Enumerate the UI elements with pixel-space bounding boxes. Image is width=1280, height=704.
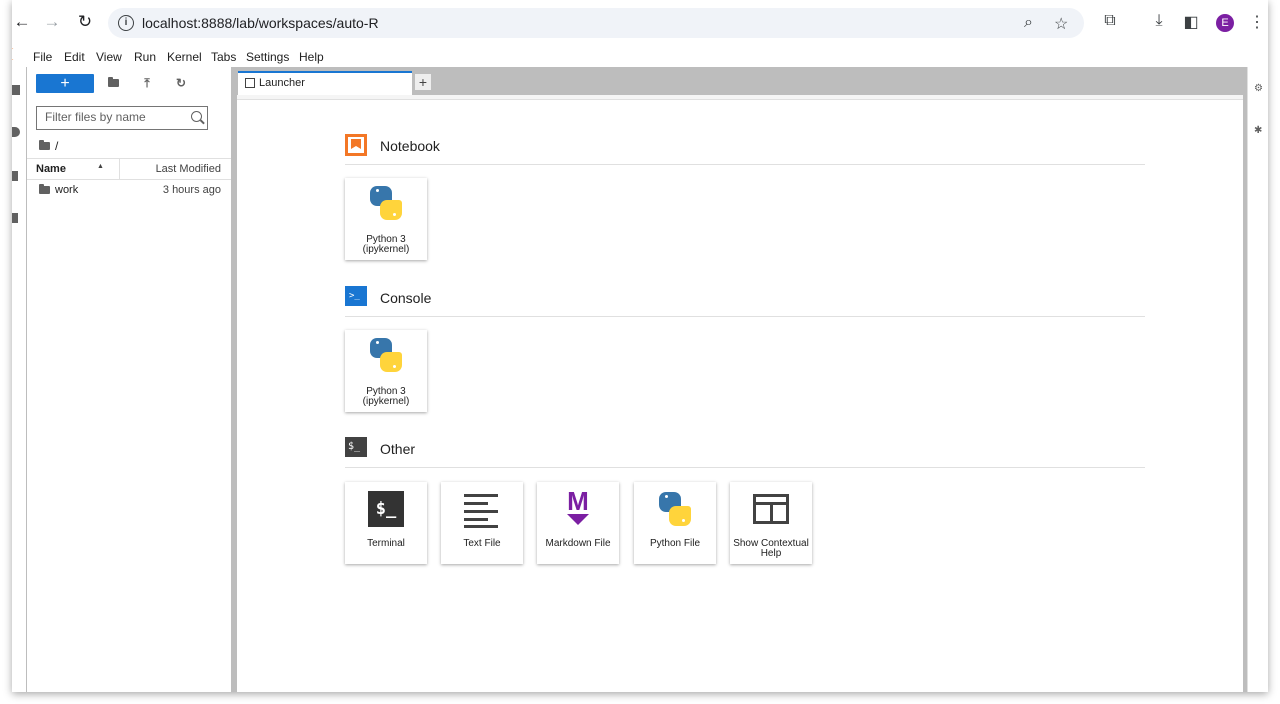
launcher-tab-icon (245, 78, 255, 88)
console-icon: >_ (345, 286, 367, 306)
filter-files-input[interactable] (37, 107, 185, 127)
notebook-python3-card[interactable]: Python 3 (ipykernel) (345, 178, 427, 260)
site-info-icon[interactable]: i (118, 15, 134, 31)
file-browser: + ⤒ ↻ / Name ▲ Last Modified work 3 hou (27, 67, 231, 692)
folder-icon (39, 140, 50, 150)
notebook-section-header: Notebook (345, 134, 1145, 165)
forward-icon[interactable]: → (42, 12, 62, 32)
new-folder-icon[interactable] (105, 76, 121, 92)
card-label-line2: (ipykernel) (362, 244, 410, 255)
card-label-line1: Text File (463, 538, 501, 549)
column-last-modified[interactable]: Last Modified (156, 163, 221, 175)
side-panel-icon[interactable]: ◧ (1181, 12, 1201, 32)
file-list-header: Name ▲ Last Modified (27, 158, 231, 180)
card-label-line2: Help (760, 548, 782, 559)
running-tab-icon[interactable] (12, 127, 20, 137)
file-modified: 3 hours ago (162, 184, 221, 196)
menu-settings[interactable]: Settings (246, 50, 289, 64)
browser-window: ← → ↻ i localhost:8888/lab/workspaces/au… (12, 0, 1268, 692)
download-icon[interactable]: ⤓ (1149, 12, 1169, 30)
menu-view[interactable]: View (96, 50, 122, 64)
console-section-header: >_ Console (345, 286, 1145, 317)
text-file-icon (464, 491, 500, 528)
menu-run[interactable]: Run (134, 50, 156, 64)
other-section-header: $_ Other (345, 437, 1145, 468)
python-icon (657, 491, 693, 527)
browser-toolbar: ← → ↻ i localhost:8888/lab/workspaces/au… (12, 0, 1268, 44)
profile-avatar[interactable]: E (1216, 14, 1234, 32)
right-sidebar-tabs: ⚙ ✱ (1247, 67, 1268, 692)
column-divider[interactable] (119, 159, 120, 179)
zoom-icon[interactable]: ⌕ (1024, 14, 1033, 32)
card-label-line1: Python File (649, 538, 701, 549)
extensions-icon[interactable]: ⧉ (1100, 12, 1120, 30)
tab-bar: Launcher + (237, 67, 1247, 95)
panel-toolbar (237, 95, 1247, 100)
console-section-title: Console (380, 290, 432, 306)
debugger-icon[interactable]: ✱ (1254, 125, 1263, 136)
search-icon (191, 111, 202, 122)
refresh-icon[interactable]: ↻ (173, 76, 189, 92)
markdown-file-card[interactable]: M Markdown File (537, 482, 619, 564)
url-text[interactable]: localhost:8888/lab/workspaces/auto-R (142, 15, 379, 31)
python-file-card[interactable]: Python File (634, 482, 716, 564)
terminal-card[interactable]: $_ Terminal (345, 482, 427, 564)
left-sidebar-tabs (12, 67, 26, 692)
python-icon (368, 337, 404, 373)
tab-launcher[interactable]: Launcher (238, 71, 412, 95)
tab-launcher-label: Launcher (259, 77, 305, 89)
file-browser-tab-icon[interactable] (12, 85, 20, 95)
menu-tabs[interactable]: Tabs (211, 50, 236, 64)
bookmark-star-icon[interactable]: ☆ (1054, 14, 1068, 34)
extensions-tab-icon[interactable] (12, 213, 18, 223)
card-label-line1: Markdown File (545, 538, 611, 549)
contextual-help-card[interactable]: Show Contextual Help (730, 482, 812, 564)
upload-icon[interactable]: ⤒ (139, 76, 155, 92)
back-icon[interactable]: ← (12, 12, 32, 32)
file-row[interactable]: work 3 hours ago (27, 180, 231, 200)
terminal-icon: $_ (368, 491, 404, 527)
lab-main-area: + ⤒ ↻ / Name ▲ Last Modified work 3 hou (12, 67, 1268, 692)
file-name[interactable]: work (55, 184, 78, 196)
menubar: File Edit View Run Kernel Tabs Settings … (12, 45, 1268, 67)
terminal-section-icon: $_ (345, 437, 367, 457)
other-section-title: Other (380, 441, 416, 457)
folder-icon (39, 184, 50, 194)
jupyter-logo-icon (12, 48, 19, 60)
breadcrumb[interactable]: / (39, 139, 58, 153)
console-python3-card[interactable]: Python 3 (ipykernel) (345, 330, 427, 412)
add-tab-button[interactable]: + (414, 73, 432, 91)
sort-ascending-icon: ▲ (97, 163, 104, 170)
markdown-icon: M (560, 488, 596, 528)
breadcrumb-root[interactable]: / (55, 139, 58, 153)
new-launcher-button[interactable]: + (36, 74, 94, 93)
filter-files-field[interactable] (36, 106, 208, 130)
menu-edit[interactable]: Edit (64, 50, 85, 64)
menu-kernel[interactable]: Kernel (167, 50, 202, 64)
dock-panel: Launcher + Notebook Python 3 (ipykernel) (237, 67, 1247, 692)
contextual-help-icon (753, 494, 789, 524)
notebook-section-title: Notebook (380, 138, 440, 154)
address-bar[interactable]: i localhost:8888/lab/workspaces/auto-R ⌕… (108, 8, 1084, 38)
toc-tab-icon[interactable] (12, 171, 18, 181)
text-file-card[interactable]: Text File (441, 482, 523, 564)
card-label-line2: (ipykernel) (362, 396, 410, 407)
markdown-glyph: M (567, 486, 589, 516)
column-name[interactable]: Name (36, 163, 66, 175)
card-label-line1: Terminal (367, 538, 405, 549)
notebook-icon (345, 134, 367, 156)
python-icon (368, 185, 404, 221)
menu-help[interactable]: Help (299, 50, 324, 64)
property-inspector-icon[interactable]: ⚙ (1254, 83, 1263, 94)
more-menu-icon[interactable]: ⋮ (1247, 12, 1267, 32)
reload-icon[interactable]: ↻ (75, 12, 95, 32)
menu-file[interactable]: File (33, 50, 52, 64)
launcher-panel: Notebook Python 3 (ipykernel) >_ Console (237, 95, 1247, 692)
